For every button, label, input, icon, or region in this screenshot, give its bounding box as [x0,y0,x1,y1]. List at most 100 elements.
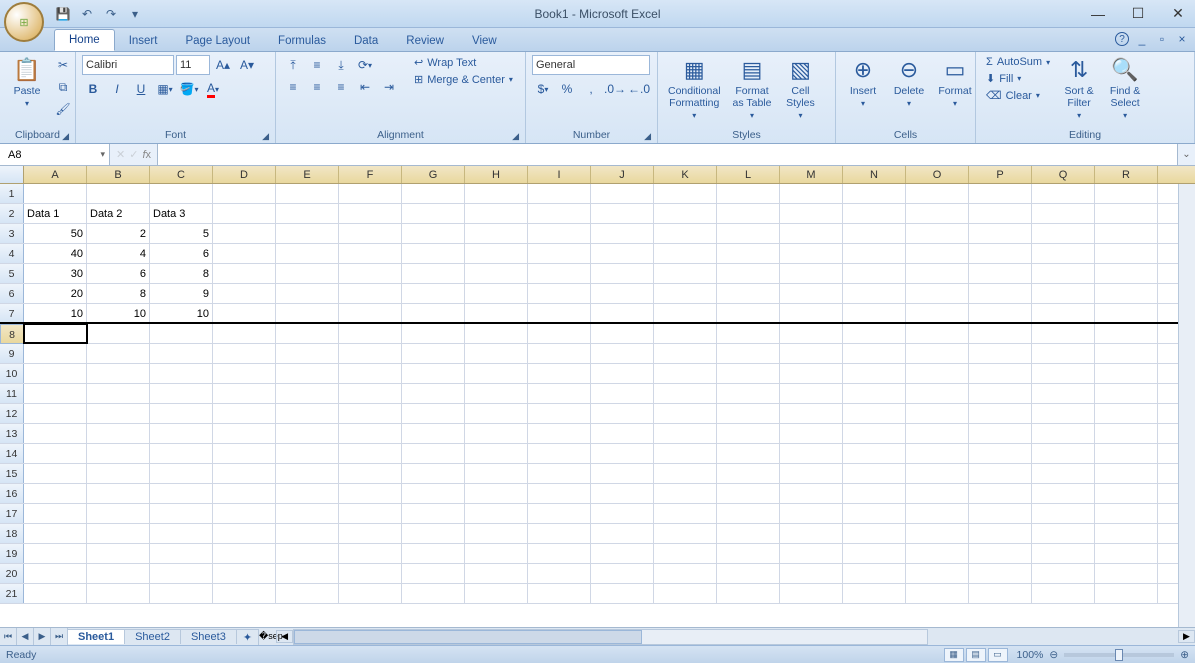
office-button[interactable]: ⊞ [4,2,44,42]
cell[interactable] [465,504,528,523]
cell[interactable] [654,264,717,283]
cell[interactable] [780,444,843,463]
column-header-K[interactable]: K [654,166,717,183]
enter-formula-icon[interactable]: ✓ [129,148,138,161]
cell[interactable] [780,344,843,363]
cell[interactable] [591,484,654,503]
cell[interactable] [1095,404,1158,423]
column-header-G[interactable]: G [402,166,465,183]
cell[interactable] [906,484,969,503]
row-header[interactable]: 5 [0,264,24,283]
cell[interactable] [213,564,276,583]
cell[interactable] [1032,244,1095,263]
align-top-icon[interactable]: ⤒ [282,55,304,75]
cell[interactable] [213,184,276,203]
cell[interactable] [1095,324,1158,343]
column-header-I[interactable]: I [528,166,591,183]
cell[interactable] [1095,524,1158,543]
cell[interactable] [780,464,843,483]
find-select-button[interactable]: 🔍Find & Select [1104,55,1146,122]
cell[interactable] [339,584,402,603]
cell[interactable]: 10 [87,304,150,322]
close-workbook-icon[interactable]: × [1175,32,1189,46]
column-header-J[interactable]: J [591,166,654,183]
cell[interactable] [591,364,654,383]
cell[interactable] [843,224,906,243]
cell[interactable] [1095,484,1158,503]
cell[interactable] [654,304,717,322]
cell[interactable] [528,184,591,203]
fill-color-button[interactable]: 🪣 [178,79,200,99]
cell[interactable] [780,304,843,322]
cell[interactable] [276,364,339,383]
cell[interactable] [780,484,843,503]
cell[interactable] [1032,324,1095,343]
cell[interactable] [780,204,843,223]
column-header-F[interactable]: F [339,166,402,183]
conditional-formatting-button[interactable]: ▦Conditional Formatting [664,55,725,122]
cell[interactable] [87,484,150,503]
cell[interactable] [402,304,465,322]
italic-button[interactable]: I [106,79,128,99]
tab-data[interactable]: Data [340,31,392,51]
cell[interactable] [717,304,780,322]
cell[interactable] [276,184,339,203]
cell[interactable] [654,324,717,343]
cell[interactable] [24,184,87,203]
cell[interactable]: 8 [150,264,213,283]
cell[interactable]: 8 [87,284,150,303]
column-header-C[interactable]: C [150,166,213,183]
cell[interactable] [87,564,150,583]
increase-indent-icon[interactable]: ⇥ [378,77,400,97]
cell[interactable] [402,224,465,243]
cell[interactable] [969,204,1032,223]
cell[interactable] [969,264,1032,283]
cell[interactable] [339,364,402,383]
increase-decimal-icon[interactable]: .0→ [604,79,626,99]
cell[interactable] [528,404,591,423]
cell[interactable] [1032,304,1095,322]
expand-formula-bar-icon[interactable]: ⌄ [1177,144,1195,165]
cell[interactable] [276,404,339,423]
cell[interactable] [654,284,717,303]
cell[interactable] [1095,584,1158,603]
cell[interactable] [465,224,528,243]
cell[interactable] [1032,564,1095,583]
cell[interactable] [24,484,87,503]
cell[interactable] [969,384,1032,403]
cell[interactable] [1032,584,1095,603]
cell[interactable] [1032,184,1095,203]
column-header-H[interactable]: H [465,166,528,183]
cell[interactable] [150,384,213,403]
cell[interactable] [1095,504,1158,523]
cell[interactable] [87,424,150,443]
cell[interactable]: 30 [24,264,87,283]
cancel-formula-icon[interactable]: ✕ [116,148,125,161]
tab-review[interactable]: Review [392,31,458,51]
cell[interactable] [402,384,465,403]
cell[interactable] [906,584,969,603]
cell[interactable] [717,364,780,383]
cell[interactable] [717,464,780,483]
cell[interactable] [1032,364,1095,383]
cell[interactable] [843,564,906,583]
cell[interactable] [780,184,843,203]
cell[interactable] [780,584,843,603]
cell[interactable] [465,304,528,322]
cell[interactable] [402,284,465,303]
cell[interactable] [969,424,1032,443]
cell[interactable] [1032,404,1095,423]
cell[interactable] [150,544,213,563]
redo-icon[interactable]: ↷ [102,5,120,23]
cell[interactable] [969,524,1032,543]
cell[interactable] [213,304,276,322]
merge-center-button[interactable]: ⊞Merge & Center [410,72,517,87]
cell[interactable] [969,324,1032,343]
cell[interactable] [24,344,87,363]
cell[interactable] [591,424,654,443]
cell[interactable] [528,484,591,503]
cell[interactable] [465,344,528,363]
cell[interactable] [339,544,402,563]
cell[interactable] [591,264,654,283]
cell[interactable] [150,324,213,343]
